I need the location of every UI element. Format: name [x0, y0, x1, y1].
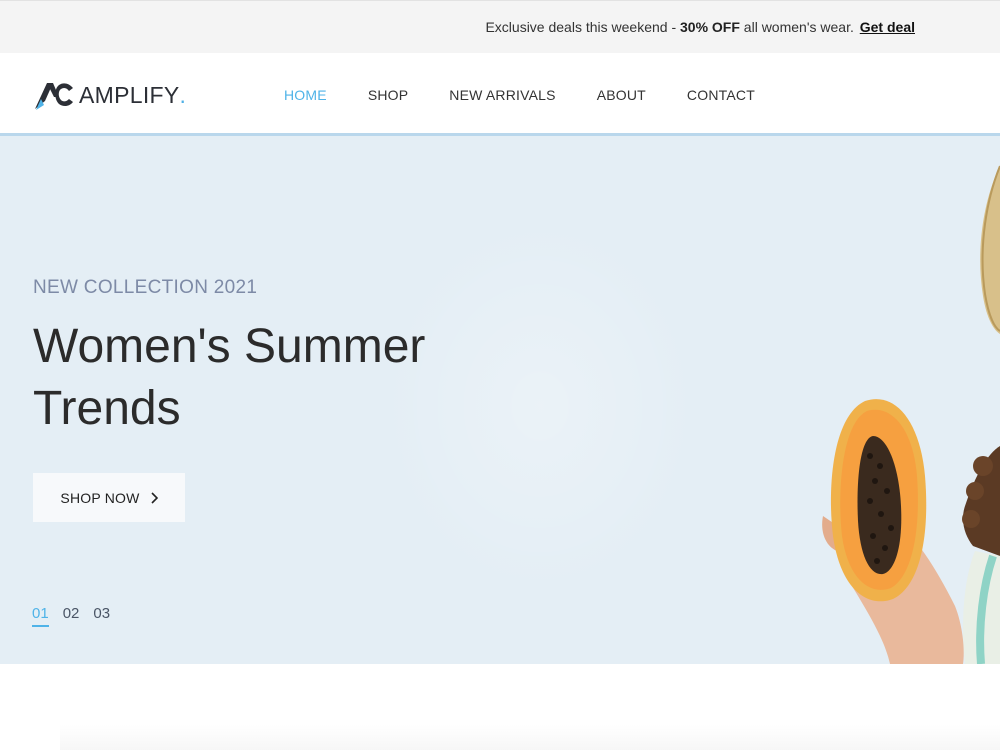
hero-title: Women's Summer Trends	[33, 316, 493, 440]
hero-title-line1: Women's Summer	[33, 320, 426, 373]
slide-dot-01[interactable]: 01	[32, 605, 49, 627]
brand-dot: .	[179, 81, 186, 108]
content-section	[0, 664, 1000, 750]
slide-dot-02[interactable]: 02	[63, 605, 80, 627]
brand-logo-icon	[35, 83, 73, 110]
hero-model-image	[822, 165, 1000, 664]
announcement-text: Exclusive deals this weekend - 30% OFF a…	[485, 19, 915, 35]
announcement-suffix: all women's wear.	[739, 19, 854, 35]
shop-now-label: SHOP NOW	[60, 489, 140, 506]
main-nav: HOME SHOP NEW ARRIVALS ABOUT CONTACT	[284, 87, 796, 103]
announcement-bar: Exclusive deals this weekend - 30% OFF a…	[0, 0, 1000, 53]
nav-item-home[interactable]: HOME	[284, 87, 327, 103]
hair-curl	[962, 510, 980, 528]
slide-pager: 01 02 03	[32, 605, 124, 627]
section-shadow	[60, 724, 1000, 750]
brand-logo[interactable]: AMPLIFY.	[33, 77, 186, 113]
shop-now-button[interactable]: SHOP NOW	[33, 473, 185, 522]
brand-name: AMPLIFY	[79, 81, 180, 108]
nav-item-contact[interactable]: CONTACT	[687, 87, 755, 103]
hero-banner: NEW COLLECTION 2021 Women's Summer Trend…	[0, 136, 1000, 664]
slide-dot-03[interactable]: 03	[93, 605, 110, 627]
nav-item-shop[interactable]: SHOP	[368, 87, 408, 103]
nav-item-new-arrivals[interactable]: NEW ARRIVALS	[449, 87, 555, 103]
chevron-right-icon	[150, 491, 158, 504]
hero-eyebrow: NEW COLLECTION 2021	[33, 277, 258, 298]
announcement-prefix: Exclusive deals this weekend -	[485, 19, 680, 35]
hair-curl	[966, 482, 984, 500]
get-deal-link[interactable]: Get deal	[860, 19, 915, 35]
site-header: AMPLIFY. HOME SHOP NEW ARRIVALS ABOUT CO…	[0, 53, 1000, 136]
nav-item-about[interactable]: ABOUT	[597, 87, 646, 103]
hair-curl	[973, 456, 993, 476]
announcement-highlight: 30% OFF	[680, 19, 740, 35]
hero-title-line2: Trends	[33, 382, 181, 435]
